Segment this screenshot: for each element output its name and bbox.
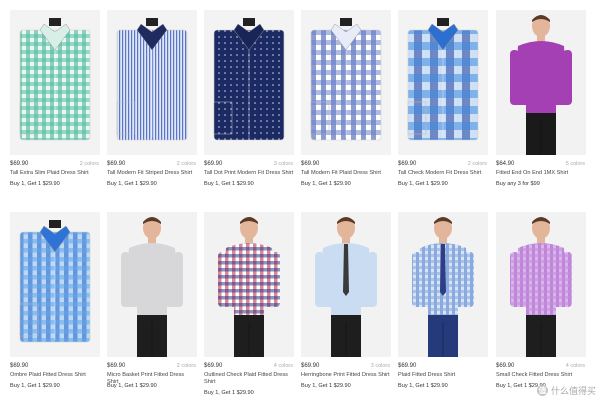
product-card[interactable]: $69.90 Ombre Plaid Fitted Dress Shirt Buy … xyxy=(10,212,100,402)
product-image[interactable] xyxy=(10,212,100,357)
product-color-count[interactable]: 2 colors xyxy=(80,161,99,167)
product-price: $69.90 xyxy=(107,363,126,369)
product-card[interactable]: $69.90 3 colors Herringbone Print Fitted D… xyxy=(301,212,391,402)
product-image[interactable] xyxy=(10,10,100,155)
product-card[interactable]: $69.90 4 colors Small Check Fitted Dress S… xyxy=(496,212,586,402)
product-card[interactable]: $69.90 3 colors Tall Dot Print Modern Fit … xyxy=(204,10,294,200)
product-card[interactable]: $69.90 2 colors Tall Check Modern Fit Dres… xyxy=(398,10,488,200)
product-promo: Buy 1, Get 1 $29.90 xyxy=(301,383,351,389)
watermark-text: 什么值得买 xyxy=(550,386,596,396)
product-price: $69.90 xyxy=(301,161,320,167)
product-name[interactable]: Small Check Fitted Dress Shirt xyxy=(496,372,586,379)
product-card[interactable]: $69.90 2 colors Tall Modern Fit Striped Dr… xyxy=(107,10,197,200)
product-price: $69.90 xyxy=(398,363,417,369)
product-name[interactable]: Tall Modern Fit Striped Dress Shirt xyxy=(107,170,197,177)
product-price: $69.90 xyxy=(10,363,29,369)
product-price: $69.90 xyxy=(107,161,126,167)
product-price: $64.90 xyxy=(496,161,515,167)
product-price: $69.90 xyxy=(301,363,320,369)
product-color-count[interactable]: 4 colors xyxy=(566,363,585,369)
product-name[interactable]: Outlined Check Plaid Fitted Dress Shirt xyxy=(204,372,294,386)
site-watermark: 值 什么值得买 xyxy=(536,384,596,397)
product-name[interactable]: Tall Modern Fit Plaid Dress Shirt xyxy=(301,170,391,177)
product-image[interactable] xyxy=(398,212,488,357)
product-color-count[interactable]: 5 colors xyxy=(566,161,585,167)
product-image[interactable] xyxy=(204,212,294,357)
product-card[interactable]: $69.90 Tall Modern Fit Plaid Dress Shirt B… xyxy=(301,10,391,200)
product-card[interactable]: $69.90 2 colors Tall Extra Slim Plaid Dres… xyxy=(10,10,100,200)
product-promo: Buy 1, Get 1 $29.90 xyxy=(107,383,157,389)
product-promo: Buy 1, Get 1 $29.90 xyxy=(204,390,254,396)
product-image[interactable] xyxy=(204,10,294,155)
product-price: $69.90 xyxy=(204,363,223,369)
product-promo: Buy 1, Get 1 $29.90 xyxy=(398,383,448,389)
product-promo: Buy 1, Get 1 $29.90 xyxy=(10,181,60,187)
product-card[interactable]: $69.90 2 colors Micro Basket Print Fitted … xyxy=(107,212,197,402)
product-card[interactable]: $69.90 Plaid Fitted Dress Shirt Buy 1, Get… xyxy=(398,212,488,402)
product-image[interactable] xyxy=(301,10,391,155)
product-image[interactable] xyxy=(301,212,391,357)
product-name[interactable]: Ombre Plaid Fitted Dress Shirt xyxy=(10,372,100,379)
product-color-count[interactable]: 2 colors xyxy=(177,363,196,369)
product-grid: $69.90 2 colors Tall Extra Slim Plaid Dres… xyxy=(0,0,600,400)
product-name[interactable]: Fitted End On End 1MX Shirt xyxy=(496,170,586,177)
product-name[interactable]: Plaid Fitted Dress Shirt xyxy=(398,372,488,379)
product-price: $69.90 xyxy=(398,161,417,167)
product-color-count[interactable]: 3 colors xyxy=(274,161,293,167)
product-image[interactable] xyxy=(107,10,197,155)
product-color-count[interactable]: 2 colors xyxy=(177,161,196,167)
product-promo: Buy any 3 for $99 xyxy=(496,181,540,187)
product-color-count[interactable]: 2 colors xyxy=(468,161,487,167)
product-promo: Buy 1, Get 1 $29.90 xyxy=(301,181,351,187)
product-name[interactable]: Herringbone Print Fitted Dress Shirt xyxy=(301,372,391,379)
product-color-count[interactable]: 4 colors xyxy=(274,363,293,369)
product-image[interactable] xyxy=(496,10,586,155)
product-promo: Buy 1, Get 1 $29.90 xyxy=(398,181,448,187)
product-image[interactable] xyxy=(496,212,586,357)
product-price: $69.90 xyxy=(10,161,29,167)
product-name[interactable]: Tall Extra Slim Plaid Dress Shirt xyxy=(10,170,100,177)
product-image[interactable] xyxy=(398,10,488,155)
product-color-count[interactable]: 3 colors xyxy=(371,363,390,369)
product-promo: Buy 1, Get 1 $29.90 xyxy=(10,383,60,389)
watermark-icon: 值 xyxy=(536,385,548,396)
product-promo: Buy 1, Get 1 $29.90 xyxy=(107,181,157,187)
product-price: $69.90 xyxy=(204,161,223,167)
product-name[interactable]: Tall Dot Print Modern Fit Dress Shirt xyxy=(204,170,294,177)
product-card[interactable]: $69.90 4 colors Outlined Check Plaid Fitte… xyxy=(204,212,294,402)
product-image[interactable] xyxy=(107,212,197,357)
product-card[interactable]: $64.90 5 colors Fitted End On End 1MX Shir… xyxy=(496,10,586,200)
product-price: $69.90 xyxy=(496,363,515,369)
product-promo: Buy 1, Get 1 $29.90 xyxy=(204,181,254,187)
product-name[interactable]: Tall Check Modern Fit Dress Shirt xyxy=(398,170,488,177)
